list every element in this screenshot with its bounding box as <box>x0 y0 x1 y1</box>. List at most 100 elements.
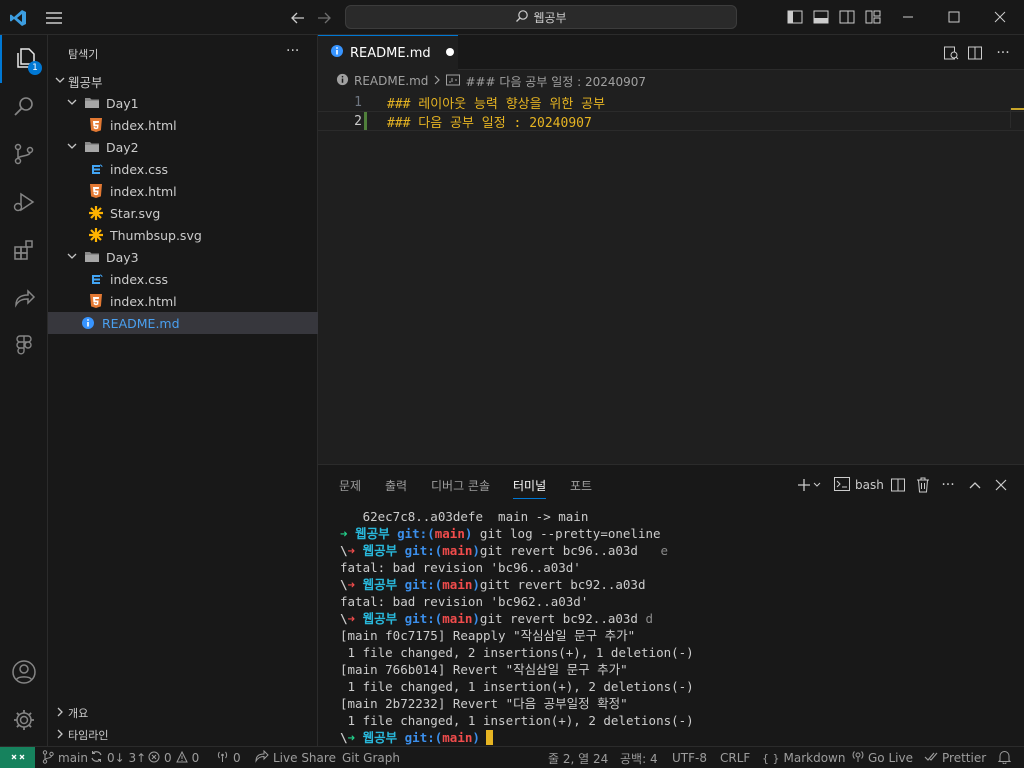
branch-status[interactable]: main <box>42 747 88 768</box>
live-share-icon <box>255 749 269 766</box>
prompt-dir: 웹공부 <box>362 577 398 592</box>
timeline-section[interactable]: 타임라인 <box>48 724 318 746</box>
split-editor-icon[interactable] <box>966 44 984 62</box>
outline-label: 개요 <box>68 707 89 720</box>
breadcrumb: README.md ### 다음 공부 일정 : 20240907 <box>318 70 1024 92</box>
bell-icon <box>997 750 1012 767</box>
split-terminal-icon[interactable] <box>888 475 908 495</box>
figma-icon <box>13 334 35 361</box>
account-icon <box>11 659 37 688</box>
extensions-activity-button[interactable] <box>0 227 48 275</box>
tree-file[interactable]: Star.svg <box>48 202 318 224</box>
toggle-panel-icon[interactable] <box>812 8 830 26</box>
terminal-output[interactable]: 62ec7c8..a03defe main -> main ➜ 웹공부 git:… <box>340 508 1020 745</box>
chevron-right-icon <box>52 707 68 720</box>
accounts-activity-button[interactable] <box>0 649 48 697</box>
outline-section[interactable]: 개요 <box>48 702 318 724</box>
tree-root-folder[interactable]: 웹공부 <box>48 70 318 92</box>
terminal-command: git log --pretty=oneline <box>472 526 661 541</box>
maximize-panel-icon[interactable] <box>965 475 985 495</box>
explorer-sidebar: 탐색기 ··· 웹공부 Day1 index.html Day2 index.css i… <box>48 35 318 746</box>
close-window-icon[interactable] <box>986 8 1014 26</box>
tree-folder[interactable]: Day2 <box>48 136 318 158</box>
tree-file[interactable]: index.html <box>48 180 318 202</box>
problems-status[interactable]: 0 0 <box>148 747 199 768</box>
source-control-activity-button[interactable] <box>0 131 48 179</box>
info-file-icon <box>330 44 344 62</box>
prompt-git-close: ) <box>472 577 480 592</box>
error-count: 0 <box>164 751 172 765</box>
remote-indicator[interactable] <box>0 747 35 768</box>
tree-file[interactable]: index.css <box>48 158 318 180</box>
breadcrumb-file[interactable]: README.md <box>354 74 428 88</box>
command-center-search[interactable]: 웹공부 <box>345 5 737 29</box>
terminal-ghost-text: d <box>637 611 654 626</box>
title-bar: 웹공부 <box>0 0 1024 35</box>
prompt-arrow: ➜ <box>340 526 348 541</box>
tree-file[interactable]: index.css <box>48 268 318 290</box>
notifications-status[interactable] <box>997 747 1012 768</box>
branch-icon <box>42 749 54 767</box>
unsaved-dot-icon[interactable] <box>445 46 455 61</box>
broadcast-icon <box>852 750 864 766</box>
chevron-down-icon <box>64 97 80 110</box>
minimize-icon[interactable] <box>894 8 922 26</box>
prompt-git-close: ) <box>472 611 480 626</box>
panel-tab[interactable]: 포트 <box>570 477 592 494</box>
figma-activity-button[interactable] <box>0 323 48 371</box>
panel-tab[interactable]: 디버그 콘솔 <box>431 477 490 494</box>
sync-status[interactable]: 0↓ 3↑ <box>90 747 146 768</box>
live-share-activity-button[interactable] <box>0 275 48 323</box>
manage-activity-button[interactable] <box>0 697 48 745</box>
forward-arrow-icon[interactable] <box>314 8 334 28</box>
ports-status[interactable]: 0 <box>216 747 241 768</box>
warning-icon <box>175 750 188 766</box>
panel-more-actions-icon[interactable]: ··· <box>938 475 958 495</box>
indentation-status[interactable]: 공백: 4 <box>620 747 658 768</box>
encoding-status[interactable]: UTF-8 <box>672 747 707 768</box>
editor-more-actions-icon[interactable]: ··· <box>994 44 1012 62</box>
tree-file[interactable]: README.md <box>48 312 318 334</box>
tab-readme[interactable]: README.md <box>318 35 458 70</box>
panel-tab[interactable]: 문제 <box>339 477 361 494</box>
toggle-primary-sidebar-icon[interactable] <box>786 8 804 26</box>
new-terminal-icon[interactable] <box>794 475 824 495</box>
close-panel-icon[interactable] <box>991 475 1011 495</box>
git-graph-status[interactable]: Git Graph <box>342 747 400 768</box>
panel-tab[interactable]: 출력 <box>385 477 407 494</box>
cursor-position: 줄 2, 열 24 <box>548 751 609 766</box>
trash-icon[interactable] <box>913 475 933 495</box>
live-share-status[interactable]: Live Share <box>255 747 336 768</box>
tree-folder[interactable]: Day3 <box>48 246 318 268</box>
tree-file[interactable]: index.html <box>48 290 318 312</box>
search-activity-button[interactable] <box>0 83 48 131</box>
tree-item-label: Day3 <box>106 249 139 265</box>
panel-tab[interactable]: 터미널 <box>513 477 547 499</box>
customize-layout-icon[interactable] <box>864 8 882 26</box>
maximize-icon[interactable] <box>940 8 968 26</box>
go-live-status[interactable]: Go Live <box>852 747 913 768</box>
toggle-secondary-sidebar-icon[interactable] <box>838 8 856 26</box>
prompt-backslash: \ <box>340 577 348 592</box>
tree-folder[interactable]: Day1 <box>48 92 318 114</box>
chevron-right-icon <box>52 729 68 742</box>
breadcrumb-symbol[interactable]: ### 다음 공부 일정 : 20240907 <box>465 73 646 90</box>
cursor-position-status[interactable]: 줄 2, 열 24 <box>548 747 608 768</box>
more-actions-icon[interactable]: ··· <box>286 43 299 59</box>
language-status[interactable]: { } Markdown <box>762 747 845 768</box>
eol-status[interactable]: CRLF <box>720 747 750 768</box>
minimap-slider[interactable] <box>1010 108 1024 128</box>
code-editor[interactable]: 1 ### 레이아웃 능력 향상을 위한 공부 2 ### 다음 공부 일정 :… <box>318 92 1024 464</box>
prettier-status[interactable]: Prettier <box>924 747 986 768</box>
back-arrow-icon[interactable] <box>288 8 308 28</box>
terminal-shell-button[interactable]: bash <box>834 475 884 495</box>
tree-file[interactable]: index.html <box>48 114 318 136</box>
status-bar: main 0↓ 3↑ 0 0 0 Live Share Git Graph 줄 … <box>0 746 1024 768</box>
open-preview-icon[interactable] <box>942 44 960 62</box>
source-control-icon <box>12 142 36 169</box>
run-debug-activity-button[interactable] <box>0 179 48 227</box>
terminal-line: [main 766b014] Revert "작심삼일 문구 추가" <box>340 662 628 677</box>
menu-icon[interactable] <box>44 9 64 27</box>
explorer-activity-button[interactable]: 1 <box>0 35 48 83</box>
tree-file[interactable]: Thumbsup.svg <box>48 224 318 246</box>
